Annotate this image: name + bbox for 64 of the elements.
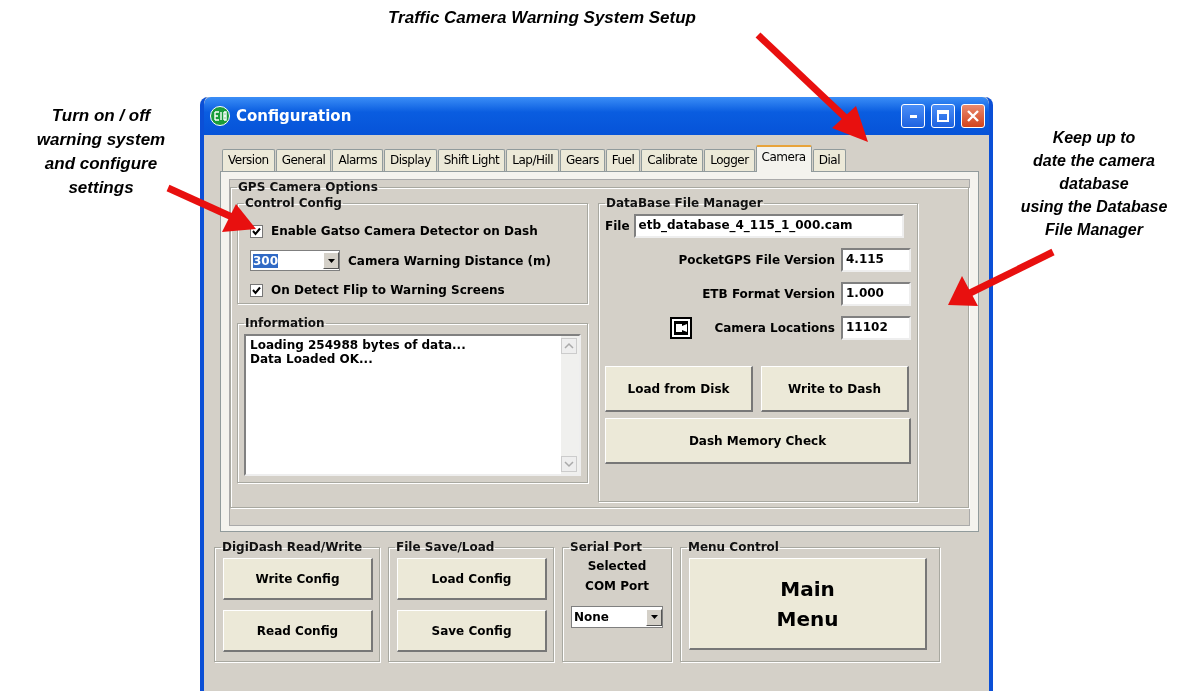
- button[interactable]: Load Config: [397, 558, 547, 600]
- logo-icon: [210, 106, 230, 126]
- button[interactable]: Read Config: [223, 610, 373, 652]
- log-line: Loading 254988 bytes of data...: [250, 338, 467, 352]
- tab[interactable]: Lap/Hill: [506, 149, 559, 171]
- close-button[interactable]: [961, 104, 985, 128]
- group-title: Menu Control: [687, 540, 780, 554]
- check-icon: [252, 226, 261, 236]
- annotation-text: Turn on / off warning system and configure settings: [35, 105, 167, 199]
- tab[interactable]: Version: [222, 149, 275, 171]
- button[interactable]: Write to Dash: [761, 366, 909, 412]
- button[interactable]: Dash Memory Check: [605, 418, 911, 464]
- button[interactable]: Load from Disk: [605, 366, 753, 412]
- close-icon: [967, 110, 979, 122]
- group-title: DigiDash Read/Write: [221, 540, 364, 554]
- tab[interactable]: Shift Light: [437, 149, 506, 171]
- button[interactable]: Write Config: [223, 558, 373, 600]
- scroll-down-icon: [561, 456, 577, 472]
- tab[interactable]: Gears: [560, 149, 605, 171]
- field-label: Camera Warning Distance (m): [348, 253, 552, 268]
- text-field[interactable]: 1.000: [841, 282, 911, 306]
- checkbox-label: Enable Gatso Camera Detector on Dash: [271, 224, 538, 238]
- scroll-up-icon: [561, 338, 577, 354]
- field-label: Camera Locations: [714, 321, 835, 335]
- tab[interactable]: General: [275, 149, 332, 171]
- text-field[interactable]: etb_database_4_115_1_000.cam: [633, 214, 904, 238]
- log-line: Data Loaded OK...: [250, 352, 374, 366]
- tab[interactable]: Camera: [755, 145, 812, 172]
- group-title: Information: [244, 316, 326, 330]
- main-menu-button[interactable]: Main Menu: [689, 558, 927, 650]
- text-field[interactable]: 4.115: [841, 248, 911, 272]
- field-label: ETB Format Version: [702, 287, 835, 301]
- tab[interactable]: Display: [384, 149, 437, 171]
- tab[interactable]: Logger: [704, 149, 755, 171]
- window-title: Configuration: [236, 107, 353, 125]
- checkbox-label: On Detect Flip to Warning Screens: [271, 283, 505, 297]
- scrollbar[interactable]: [561, 336, 579, 474]
- port-label: COM Port: [585, 578, 649, 595]
- port-label: Selected: [587, 558, 647, 575]
- button[interactable]: Save Config: [397, 610, 547, 652]
- tab[interactable]: Fuel: [605, 149, 641, 171]
- group-title: GPS Camera Options: [237, 180, 379, 194]
- minimize-button[interactable]: [901, 104, 925, 128]
- check-icon: [252, 285, 261, 295]
- tab[interactable]: Dial: [812, 149, 846, 171]
- annotation-text: Keep up to date the camera database using the Database File Manager: [1019, 128, 1169, 240]
- maximize-icon: [937, 110, 949, 122]
- maximize-button[interactable]: [931, 104, 955, 128]
- checkbox[interactable]: [250, 283, 263, 297]
- caret-icon: [327, 258, 335, 263]
- group-title: File Save/Load: [395, 540, 496, 554]
- caret-icon: [650, 615, 658, 619]
- group-title: Serial Port: [569, 540, 643, 554]
- text-field[interactable]: 11102: [841, 316, 911, 340]
- annotation-text: Traffic Camera Warning System Setup: [388, 7, 696, 29]
- tab[interactable]: Alarms: [332, 149, 383, 171]
- group-title: Control Config: [244, 196, 343, 210]
- field-label: PocketGPS File Version: [678, 253, 835, 267]
- minimize-icon: [909, 114, 917, 118]
- dropdown-field[interactable]: 300: [250, 250, 340, 271]
- dropdown-field[interactable]: None: [571, 606, 663, 628]
- group-title: DataBase File Manager: [605, 196, 764, 210]
- field-label: File: [605, 219, 630, 233]
- tab[interactable]: Calibrate: [641, 149, 704, 171]
